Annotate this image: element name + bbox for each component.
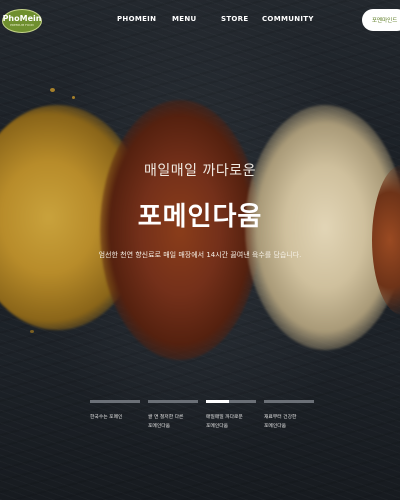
nav-item-store[interactable]: STORE: [221, 15, 248, 23]
slide-label: 쌀 면 철저한 다른 포메인다움: [148, 413, 198, 431]
slide-label-line: 포메인다움: [206, 424, 229, 429]
hero-title: 포메인다움: [137, 202, 263, 232]
slide-indicator-1[interactable]: 한국수는 포메인: [90, 400, 140, 422]
slide-label-line: 매일매일 까다로운: [206, 415, 243, 420]
spice-speck: [72, 96, 75, 99]
slide-progress-fill: [206, 400, 229, 403]
site-header: PhoMein PREMIUM FOOD PHOMEIN MENU STORE …: [0, 0, 400, 42]
hero-eyebrow: 매일매일 까다로운: [144, 163, 256, 179]
slide-progress-bar: [148, 400, 198, 403]
phomein-logo[interactable]: PhoMein PREMIUM FOOD: [2, 9, 42, 33]
slide-label: 매일매일 까다로운 포메인다움: [206, 413, 256, 431]
slide-label-line: 한국수는 포메인: [90, 415, 123, 420]
slide-progress-bar: [90, 400, 140, 403]
spice-speck: [50, 88, 55, 92]
header-cta-button[interactable]: 포멘마인드: [362, 9, 400, 31]
logo-text: PhoMein: [2, 14, 42, 23]
slide-indicator-4[interactable]: 재료부터 건강한 포메인다움: [264, 400, 314, 431]
spice-speck: [30, 330, 34, 333]
hero-description: 엄선한 천연 향신료로 매일 매장에서 14시간 끓여낸 육수를 담습니다.: [98, 251, 302, 259]
slide-label-line: 포메인다움: [264, 424, 287, 429]
slide-label-line: 재료부터 건강한: [264, 415, 297, 420]
slide-label-line: 쌀 면 철저한 다른: [148, 415, 184, 420]
slide-progress-bar: [206, 400, 256, 403]
slide-label-line: 포메인다움: [148, 424, 171, 429]
slide-indicator-2[interactable]: 쌀 면 철저한 다른 포메인다움: [148, 400, 198, 431]
slide-indicator-3[interactable]: 매일매일 까다로운 포메인다움: [206, 400, 256, 431]
logo-subtext: PREMIUM FOOD: [10, 23, 34, 27]
slide-progress-bar: [264, 400, 314, 403]
nav-item-community[interactable]: COMMUNITY: [262, 15, 314, 23]
nav-item-menu[interactable]: MENU: [172, 15, 197, 23]
slide-label: 한국수는 포메인: [90, 413, 140, 422]
slide-label: 재료부터 건강한 포메인다움: [264, 413, 314, 431]
nav-item-phomein[interactable]: PHOMEIN: [117, 15, 156, 23]
